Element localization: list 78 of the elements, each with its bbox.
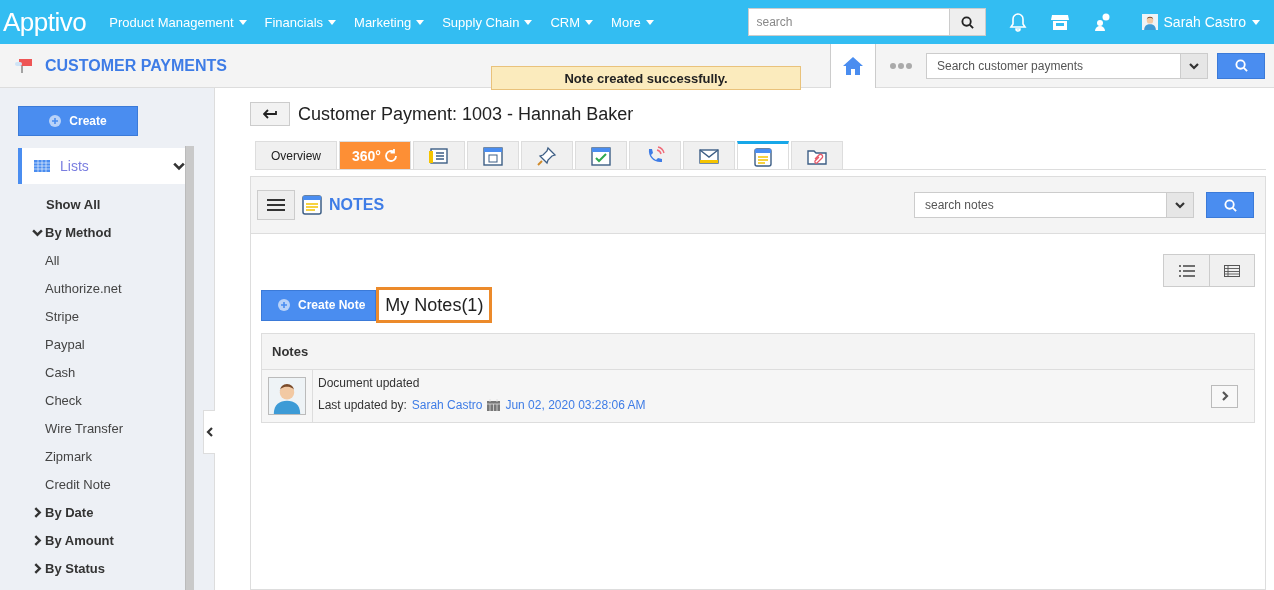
search-box[interactable]: search [747, 8, 986, 36]
chevron-icon [32, 534, 43, 546]
app-title: CUSTOMER PAYMENTS [45, 56, 227, 75]
menu-icon [267, 198, 285, 212]
back-arrow-icon [263, 109, 277, 119]
search-box[interactable]: search notes [914, 192, 1194, 218]
list-item[interactable]: Stripe [18, 302, 185, 330]
plus-icon [278, 299, 290, 311]
dropdown-button[interactable] [1166, 193, 1193, 217]
list-view-button[interactable] [1164, 255, 1209, 286]
menu-button[interactable] [257, 190, 295, 220]
lists-header[interactable]: Lists [18, 148, 185, 184]
caret-icon [645, 19, 654, 25]
list-item[interactable]: Check [18, 386, 185, 414]
list-group[interactable]: By Status [18, 554, 185, 582]
search-box[interactable]: Search customer payments [926, 52, 1208, 79]
chevron-icon [32, 506, 43, 518]
caret-icon [238, 19, 247, 25]
search-icon [1234, 59, 1248, 72]
table-header: Notes [262, 334, 1254, 370]
more-icon[interactable] [890, 62, 912, 69]
chevron-icon [1219, 391, 1230, 401]
icon-tab[interactable] [737, 141, 789, 169]
back-button[interactable] [250, 102, 290, 126]
bell-icon[interactable] [1007, 12, 1028, 32]
list-icon [1178, 264, 1195, 277]
list-item[interactable]: Show All [18, 190, 185, 218]
mailbox-icon [15, 57, 33, 74]
refresh-icon [384, 148, 398, 163]
search-icon [960, 15, 974, 29]
caret-icon [416, 19, 425, 25]
list-item[interactable]: Paypal [18, 330, 185, 358]
overview-tab[interactable]: Overview [255, 141, 337, 169]
chevron-icon [204, 427, 215, 437]
list-item[interactable]: Cash [18, 358, 185, 386]
pin-icon [536, 144, 558, 167]
search-button[interactable] [948, 9, 985, 35]
plus-icon [49, 115, 62, 127]
table-view-button[interactable] [1209, 255, 1254, 286]
list-item[interactable]: Zipmark [18, 442, 185, 470]
notepad-icon [301, 194, 323, 216]
caret-icon [524, 19, 533, 25]
collapse-button[interactable] [203, 410, 215, 454]
chevron-icon [32, 562, 43, 574]
note-text: Document updated [318, 376, 421, 390]
store-icon[interactable] [1049, 12, 1070, 32]
author-link[interactable]: Sarah Castro [411, 398, 483, 412]
panel-title: NOTES [329, 196, 385, 214]
avatar-icon [1141, 14, 1158, 30]
toast-message: Note created successfully. [491, 66, 801, 90]
list-item[interactable]: All [18, 246, 185, 274]
record-title: Customer Payment: 1003 - Hannah Baker [298, 103, 634, 125]
chevron-icon [1175, 200, 1185, 210]
caret-icon [585, 19, 594, 25]
table-icon [1224, 264, 1240, 277]
chevron-icon [1189, 60, 1199, 71]
dropdown-button[interactable] [1180, 53, 1207, 78]
grid-icon [34, 160, 50, 172]
timestamp-link[interactable]: Jun 02, 2020 03:28:06 AM [505, 398, 646, 412]
open-note-button[interactable] [1211, 384, 1238, 408]
search-icon [1223, 198, 1237, 212]
notepad-icon [752, 145, 774, 168]
caret-icon [328, 19, 337, 25]
list-item[interactable]: Credit Note [18, 470, 185, 498]
chevron-icon [173, 160, 185, 172]
task-icon [590, 144, 612, 167]
updated-by-label: Last updated by: [318, 398, 407, 412]
list-item[interactable]: Authorize.net [18, 274, 185, 302]
avatar-icon [269, 378, 305, 414]
list-group[interactable]: By Amount [18, 526, 185, 554]
list-group[interactable]: By Method [18, 218, 185, 246]
scrollbar[interactable] [185, 146, 194, 590]
notes-count: My Notes(1) [376, 287, 493, 323]
home-icon [842, 55, 864, 76]
list-group[interactable]: By Date [18, 498, 185, 526]
home-button[interactable] [830, 43, 876, 88]
list-item[interactable]: Wire Transfer [18, 414, 185, 442]
caret-icon [1252, 19, 1260, 25]
